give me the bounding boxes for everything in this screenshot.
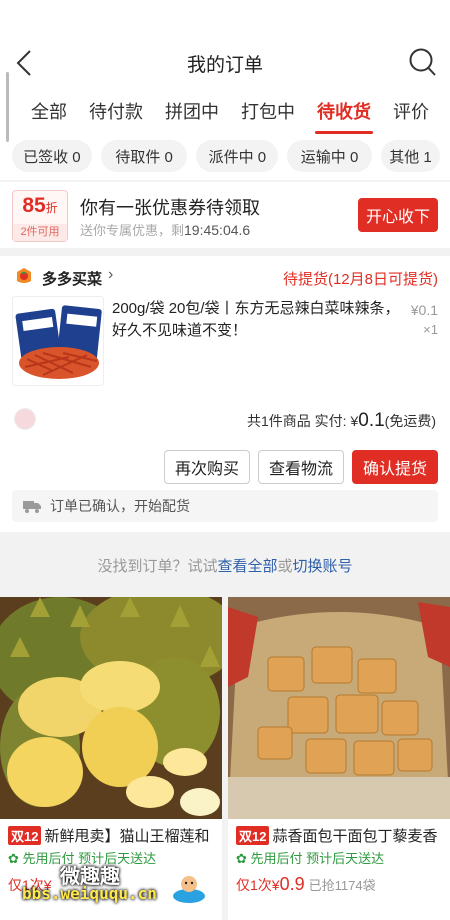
- view-all-link[interactable]: 查看全部: [217, 558, 277, 575]
- chip-awaiting-pickup[interactable]: 待取件 0: [100, 140, 188, 172]
- switch-account-link[interactable]: 切换账号: [293, 558, 353, 575]
- not-found-prefix: 没找到订单？试试: [97, 558, 218, 575]
- mascot-icon: [173, 876, 205, 903]
- order-status: 待提货(12月8日可提货): [282, 271, 438, 288]
- tab-group-buying[interactable]: 拼团中: [165, 90, 219, 136]
- product-image: [0, 597, 222, 819]
- chevron-right-icon: ›: [108, 266, 114, 283]
- page-title: 我的订单: [186, 55, 263, 76]
- search-button[interactable]: [408, 46, 438, 78]
- recommendation-price: 仅1次¥0.9 已抢1174袋: [236, 874, 376, 895]
- chip-delivering[interactable]: 派件中 0: [196, 140, 279, 172]
- recommendation-title: 双12 新鲜甩卖】猫山王榴莲和: [8, 825, 220, 846]
- claim-coupon-button[interactable]: 开心收下: [358, 198, 438, 232]
- tab-review[interactable]: 评价: [393, 90, 429, 136]
- chip-in-transit[interactable]: 运输中 0: [287, 140, 372, 172]
- order-tabs: 全部 待付款 拼团中 打包中 待收货 评价: [0, 90, 450, 136]
- coupon-banner: 85折 2件可用 你有一张优惠券待领取 送你专属优惠，剩19:45:04.6 开…: [0, 186, 450, 244]
- confirm-pickup-button[interactable]: 确认提货: [351, 450, 438, 484]
- product-image: [12, 296, 104, 386]
- order-summary: 共1件商品 实付: ¥0.1(免运费): [247, 410, 436, 432]
- recommendation-feature: ✿ 先用后付 预计后天送达: [236, 848, 384, 867]
- tab-pending-payment[interactable]: 待付款: [89, 90, 143, 136]
- rebuy-button[interactable]: 再次购买: [163, 450, 250, 484]
- sold-count: 已抢1174袋: [308, 878, 376, 893]
- coupon-countdown: 19:45:04.6: [184, 222, 251, 238]
- product-price: ¥0.1: [410, 302, 438, 318]
- coupon-badge: 85折 2件可用: [12, 190, 68, 242]
- recommendation-title-text: 新鲜甩卖】猫山王榴莲和: [44, 828, 210, 845]
- status-filter-chips: 已签收 0 待取件 0 派件中 0 运输中 0 其他 1: [12, 140, 440, 174]
- summary-count: 共1件商品 实付:: [246, 413, 351, 429]
- avatar: [14, 408, 36, 430]
- notice-text: 订单已确认，开始配货: [50, 498, 190, 514]
- promo-tag: 双12: [236, 826, 270, 845]
- check-icon: ✿: [236, 851, 247, 866]
- price-prefix: 仅1次: [236, 877, 272, 893]
- divider: [0, 180, 450, 182]
- tab-pending-receipt[interactable]: 待收货: [315, 90, 373, 136]
- coupon-discount: 85: [22, 194, 46, 217]
- shop-name: 多多买菜: [42, 271, 103, 288]
- promo-tag: 双12: [8, 826, 42, 845]
- price-value: 0.9: [279, 874, 305, 894]
- recommendation-title-text: 蒜香面包干面包丁藜麦香: [272, 828, 438, 845]
- coupon-title: 你有一张优惠券待领取: [80, 198, 260, 218]
- coupon-condition: 2件可用: [13, 224, 67, 241]
- not-found-or: 或: [277, 558, 293, 575]
- section-divider: [0, 248, 450, 256]
- shop-row[interactable]: 多多买菜 › 待提货(12月8日可提货): [0, 262, 450, 292]
- shop-logo-icon: [17, 268, 31, 283]
- order-actions: 再次购买 查看物流 确认提货: [163, 450, 438, 484]
- search-icon: [409, 48, 436, 76]
- summary-amount: 0.1: [358, 410, 385, 431]
- recommendation-card[interactable]: 双12 蒜香面包干面包丁藜麦香 ✿ 先用后付 预计后天送达 仅1次¥0.9 已抢11…: [228, 597, 450, 920]
- product-description: 200g/袋 20包/袋丨东方无忌辣白菜味辣条，好久不见味道不变！: [112, 300, 400, 339]
- header-bar: 我的订单: [0, 0, 450, 90]
- coupon-discount-unit: 折: [45, 201, 58, 215]
- recommendation-feature-text: 先用后付 预计后天送达: [250, 851, 385, 866]
- coupon-subtitle-text: 送你专属优惠，剩: [80, 223, 185, 238]
- product-image: [228, 597, 450, 819]
- chip-other[interactable]: 其他 1: [380, 140, 440, 172]
- watermark-line2: bbs.weiququ.cn: [22, 884, 157, 903]
- order-product[interactable]: 200g/袋 20包/袋丨东方无忌辣白菜味辣条，好久不见味道不变！ ¥0.1 ×…: [12, 296, 440, 388]
- check-icon: ✿: [8, 851, 19, 866]
- chip-signed[interactable]: 已签收 0: [12, 140, 92, 172]
- summary-shipping: (免运费): [384, 413, 436, 429]
- tab-packing[interactable]: 打包中: [241, 90, 295, 136]
- price-currency: ¥: [271, 877, 280, 893]
- recommendation-title: 双12 蒜香面包干面包丁藜麦香: [236, 825, 448, 846]
- not-found-hint: 没找到订单？试试查看全部或切换账号: [0, 555, 450, 576]
- watermark: 微趣趣 bbs.weiququ.cn: [20, 860, 210, 908]
- product-quantity: ×1: [423, 322, 438, 337]
- logistics-notice[interactable]: 订单已确认，开始配货: [12, 490, 438, 522]
- coupon-subtitle: 送你专属优惠，剩19:45:04.6: [80, 220, 250, 239]
- truck-icon: [23, 501, 41, 513]
- view-logistics-button[interactable]: 查看物流: [257, 450, 344, 484]
- tab-all[interactable]: 全部: [31, 90, 67, 136]
